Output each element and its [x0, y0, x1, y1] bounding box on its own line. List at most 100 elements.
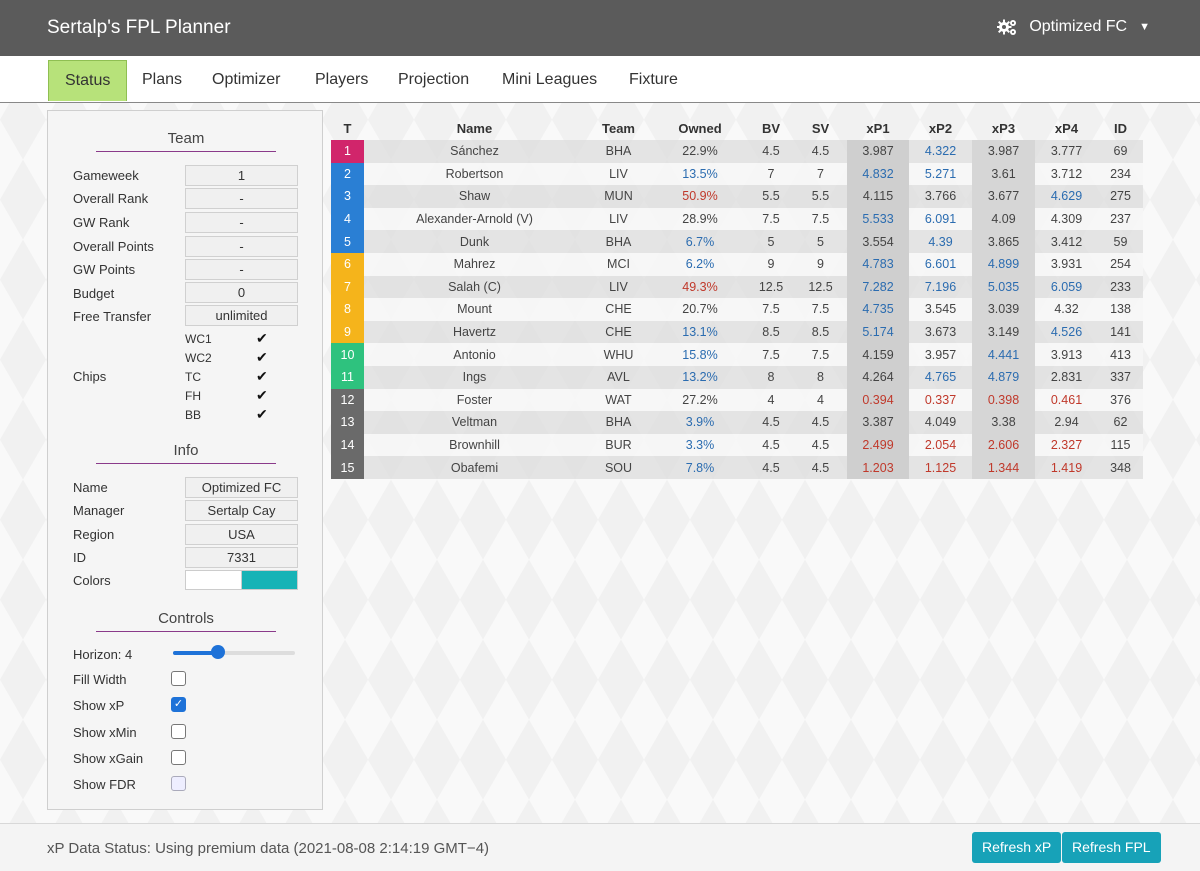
player-name[interactable]: Foster: [364, 388, 585, 412]
player-xp1: 1.203: [847, 456, 909, 479]
player-xp1: 0.394: [847, 388, 909, 412]
player-id: 254: [1098, 252, 1143, 276]
table-row[interactable]: 12 Foster WAT 27.2% 4 4 0.394 0.337 0.398 0.461 37…: [331, 388, 1143, 412]
id-header[interactable]: ID: [1098, 116, 1143, 140]
table-row[interactable]: 9 Havertz CHE 13.1% 8.5 8.5 5.174 3.673 3.149 4.5…: [331, 320, 1143, 344]
team-dropdown[interactable]: Optimized FC ▼: [997, 18, 1150, 36]
player-name[interactable]: Obafemi: [364, 456, 585, 479]
player-name[interactable]: Mount: [364, 298, 585, 321]
player-name[interactable]: Alexander-Arnold (V): [364, 207, 585, 231]
table-row[interactable]: 10 Antonio WHU 15.8% 7.5 7.5 4.159 3.957 4.441 3.…: [331, 343, 1143, 366]
table-row[interactable]: 3 Shaw MUN 50.9% 5.5 5.5 4.115 3.766 3.677 4.629 2…: [331, 185, 1143, 208]
check-icon: ✔: [256, 330, 268, 346]
tab-optimizer[interactable]: Optimizer: [196, 60, 296, 100]
position-badge[interactable]: 4: [331, 207, 364, 231]
name-header[interactable]: Name: [364, 116, 585, 140]
player-xp3: 3.149: [972, 320, 1035, 344]
player-buy-value: 5: [748, 230, 794, 253]
position-badge[interactable]: 3: [331, 185, 364, 208]
position-badge[interactable]: 11: [331, 365, 364, 389]
position-badge[interactable]: 7: [331, 275, 364, 299]
position-badge[interactable]: 8: [331, 298, 364, 321]
show-xgain-checkbox[interactable]: [171, 750, 186, 765]
budget-label: Budget: [73, 286, 115, 301]
table-row[interactable]: 8 Mount CHE 20.7% 7.5 7.5 4.735 3.545 3.039 4.32 1…: [331, 298, 1143, 321]
fill-width-checkbox[interactable]: [171, 671, 186, 686]
position-badge[interactable]: 13: [331, 411, 364, 434]
owned-header[interactable]: Owned: [652, 116, 748, 140]
player-owned: 15.8%: [652, 343, 748, 366]
player-id: 275: [1098, 185, 1143, 208]
horizon-slider[interactable]: [173, 645, 295, 659]
team-header[interactable]: Team: [585, 116, 652, 140]
secondary-color-swatch[interactable]: [241, 570, 298, 590]
gw-rank-label: GW Rank: [73, 215, 130, 230]
player-xp4: 3.913: [1035, 343, 1098, 366]
player-name[interactable]: Salah (C): [364, 275, 585, 299]
position-badge[interactable]: 12: [331, 388, 364, 412]
player-buy-value: 7.5: [748, 343, 794, 366]
horizon-slider-thumb[interactable]: [211, 645, 226, 659]
refresh-fpl-button[interactable]: Refresh FPL: [1062, 832, 1161, 863]
position-badge[interactable]: 14: [331, 433, 364, 457]
player-sell-value: 4.5: [794, 140, 847, 163]
player-name[interactable]: Veltman: [364, 411, 585, 434]
player-xp1: 2.499: [847, 433, 909, 457]
info-section-divider: [96, 463, 276, 464]
position-badge[interactable]: 9: [331, 320, 364, 344]
tab-status[interactable]: Status: [48, 60, 128, 101]
tab-fixture[interactable]: Fixture: [613, 60, 694, 100]
position-badge[interactable]: 6: [331, 252, 364, 276]
chip-bb-label: BB: [185, 408, 202, 422]
player-owned: 6.7%: [652, 230, 748, 253]
table-row[interactable]: 5 Dunk BHA 6.7% 5 5 3.554 4.39 3.865 3.412 59: [331, 230, 1143, 253]
table-row[interactable]: 7 Salah (C) LIV 49.3% 12.5 12.5 7.282 7.196 5.03…: [331, 275, 1143, 299]
xp2-header[interactable]: xP2: [909, 116, 972, 140]
table-row[interactable]: 11 Ings AVL 13.2% 8 8 4.264 4.765 4.879 2.831 337: [331, 365, 1143, 389]
player-name[interactable]: Antonio: [364, 343, 585, 366]
position-badge[interactable]: 10: [331, 343, 364, 366]
show-xp-checkbox[interactable]: ✓: [171, 697, 186, 712]
table-header-row: T Name Team Owned BV SV xP1 xP2 xP3 xP4 ID: [331, 116, 1143, 140]
player-xp4: 4.309: [1035, 207, 1098, 231]
squad-table-body: 1 Sánchez BHA 22.9% 4.5 4.5 3.987 4.322 3.987 3.7…: [331, 140, 1143, 479]
primary-color-swatch[interactable]: [185, 570, 242, 590]
position-badge[interactable]: 1: [331, 140, 364, 163]
table-row[interactable]: 1 Sánchez BHA 22.9% 4.5 4.5 3.987 4.322 3.987 3.7…: [331, 140, 1143, 163]
position-badge[interactable]: 2: [331, 162, 364, 186]
player-name[interactable]: Sánchez: [364, 140, 585, 163]
tab-plans[interactable]: Plans: [126, 60, 198, 100]
team-section-divider: [96, 151, 276, 152]
player-xp2: 4.049: [909, 411, 972, 434]
refresh-xp-button[interactable]: Refresh xP: [972, 832, 1062, 863]
xp3-header[interactable]: xP3: [972, 116, 1035, 140]
tab-mini-leagues[interactable]: Mini Leagues: [486, 60, 613, 100]
show-fdr-checkbox[interactable]: [171, 776, 186, 791]
show-xmin-checkbox[interactable]: [171, 724, 186, 739]
app-title[interactable]: Sertalp's FPL Planner: [47, 17, 231, 39]
table-row[interactable]: 13 Veltman BHA 3.9% 4.5 4.5 3.387 4.049 3.38 2.94…: [331, 411, 1143, 434]
type-header[interactable]: T: [331, 116, 364, 140]
squad-table: T Name Team Owned BV SV xP1 xP2 xP3 xP4 ID 1 Sánche…: [331, 116, 1143, 479]
player-name[interactable]: Robertson: [364, 162, 585, 186]
table-row[interactable]: 14 Brownhill BUR 3.3% 4.5 4.5 2.499 2.054 2.606 2…: [331, 433, 1143, 457]
player-name[interactable]: Shaw: [364, 185, 585, 208]
player-name[interactable]: Havertz: [364, 320, 585, 344]
sv-header[interactable]: SV: [794, 116, 847, 140]
player-id: 337: [1098, 365, 1143, 389]
tab-players[interactable]: Players: [299, 60, 384, 100]
player-name[interactable]: Brownhill: [364, 433, 585, 457]
xp4-header[interactable]: xP4: [1035, 116, 1098, 140]
xp1-header[interactable]: xP1: [847, 116, 909, 140]
player-name[interactable]: Ings: [364, 365, 585, 389]
bv-header[interactable]: BV: [748, 116, 794, 140]
table-row[interactable]: 2 Robertson LIV 13.5% 7 7 4.832 5.271 3.61 3.712 2…: [331, 162, 1143, 186]
position-badge[interactable]: 5: [331, 230, 364, 253]
table-row[interactable]: 6 Mahrez MCI 6.2% 9 9 4.783 6.601 4.899 3.931 254: [331, 252, 1143, 276]
player-name[interactable]: Dunk: [364, 230, 585, 253]
table-row[interactable]: 15 Obafemi SOU 7.8% 4.5 4.5 1.203 1.125 1.344 1.4…: [331, 456, 1143, 479]
tab-projection[interactable]: Projection: [382, 60, 485, 100]
position-badge[interactable]: 15: [331, 456, 364, 479]
table-row[interactable]: 4 Alexander-Arnold (V) LIV 28.9% 7.5 7.5 5.533…: [331, 207, 1143, 231]
player-name[interactable]: Mahrez: [364, 252, 585, 276]
